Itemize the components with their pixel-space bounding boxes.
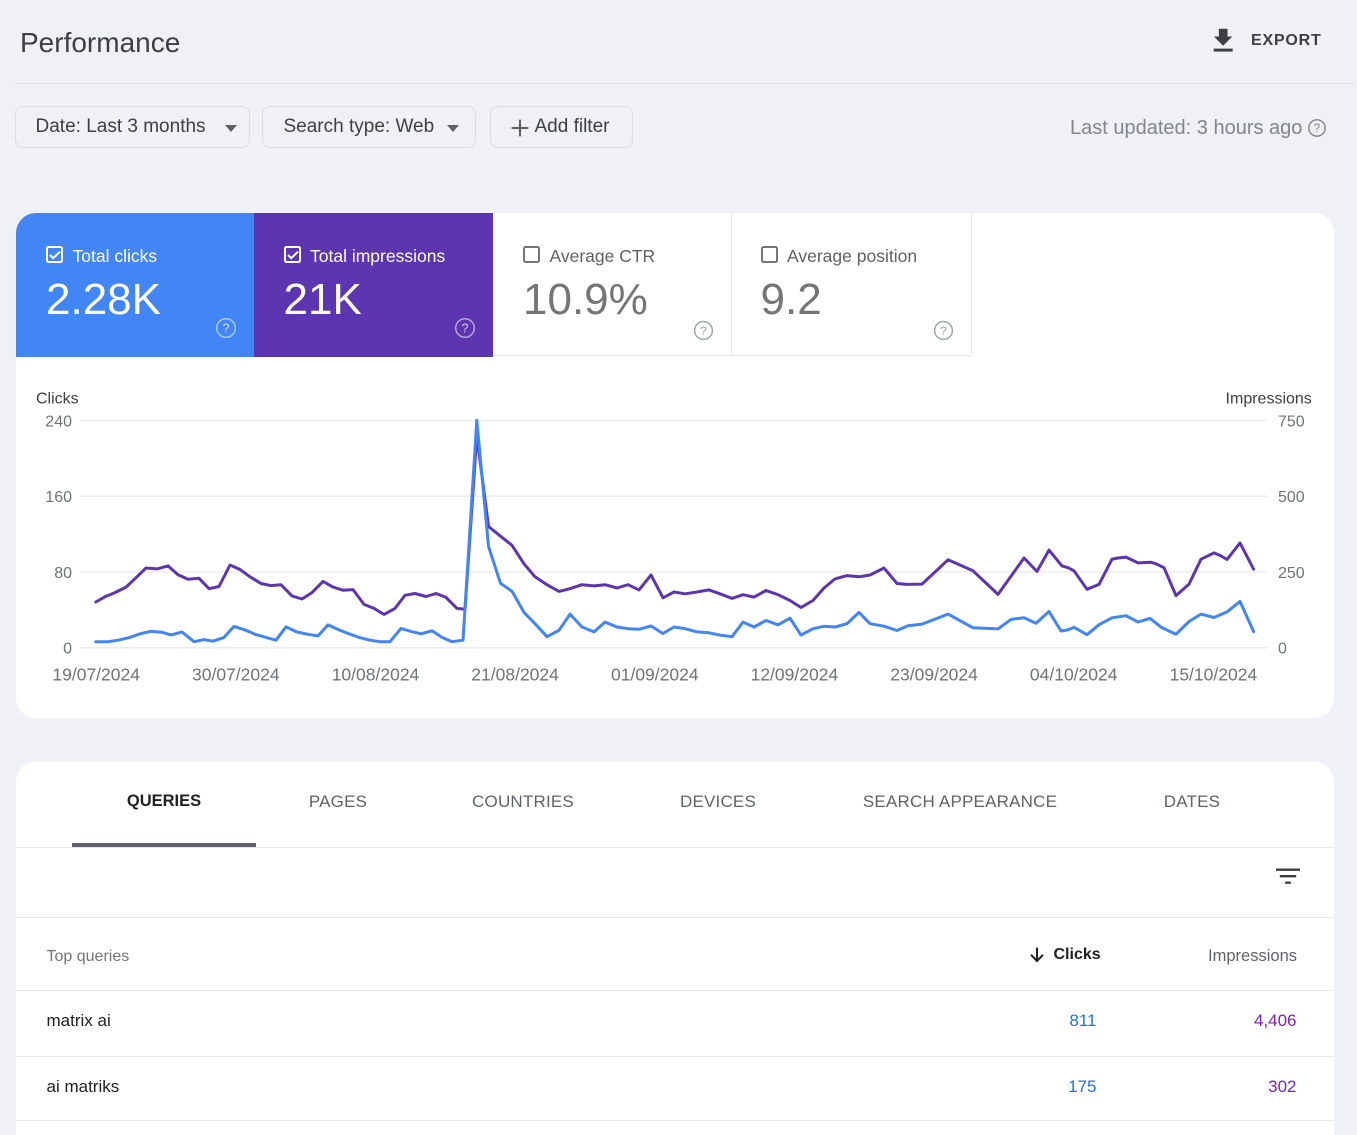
svg-text:0: 0 <box>63 641 72 658</box>
svg-text:Impressions: Impressions <box>1226 391 1312 408</box>
svg-text:10/08/2024: 10/08/2024 <box>332 665 420 685</box>
svg-text:15/10/2024: 15/10/2024 <box>1170 665 1258 685</box>
svg-text:01/09/2024: 01/09/2024 <box>611 665 699 685</box>
svg-text:12/09/2024: 12/09/2024 <box>751 665 839 685</box>
svg-text:500: 500 <box>1278 489 1305 506</box>
svg-text:250: 250 <box>1278 565 1305 582</box>
svg-text:160: 160 <box>45 489 72 506</box>
svg-text:21/08/2024: 21/08/2024 <box>471 665 559 685</box>
svg-text:Clicks: Clicks <box>36 391 79 408</box>
svg-text:30/07/2024: 30/07/2024 <box>192 665 280 685</box>
svg-text:19/07/2024: 19/07/2024 <box>52 665 140 685</box>
svg-text:240: 240 <box>45 413 72 430</box>
svg-text:750: 750 <box>1278 413 1305 430</box>
svg-text:80: 80 <box>54 565 72 582</box>
svg-text:04/10/2024: 04/10/2024 <box>1030 665 1118 685</box>
svg-text:0: 0 <box>1278 641 1287 658</box>
svg-text:23/09/2024: 23/09/2024 <box>890 665 978 685</box>
